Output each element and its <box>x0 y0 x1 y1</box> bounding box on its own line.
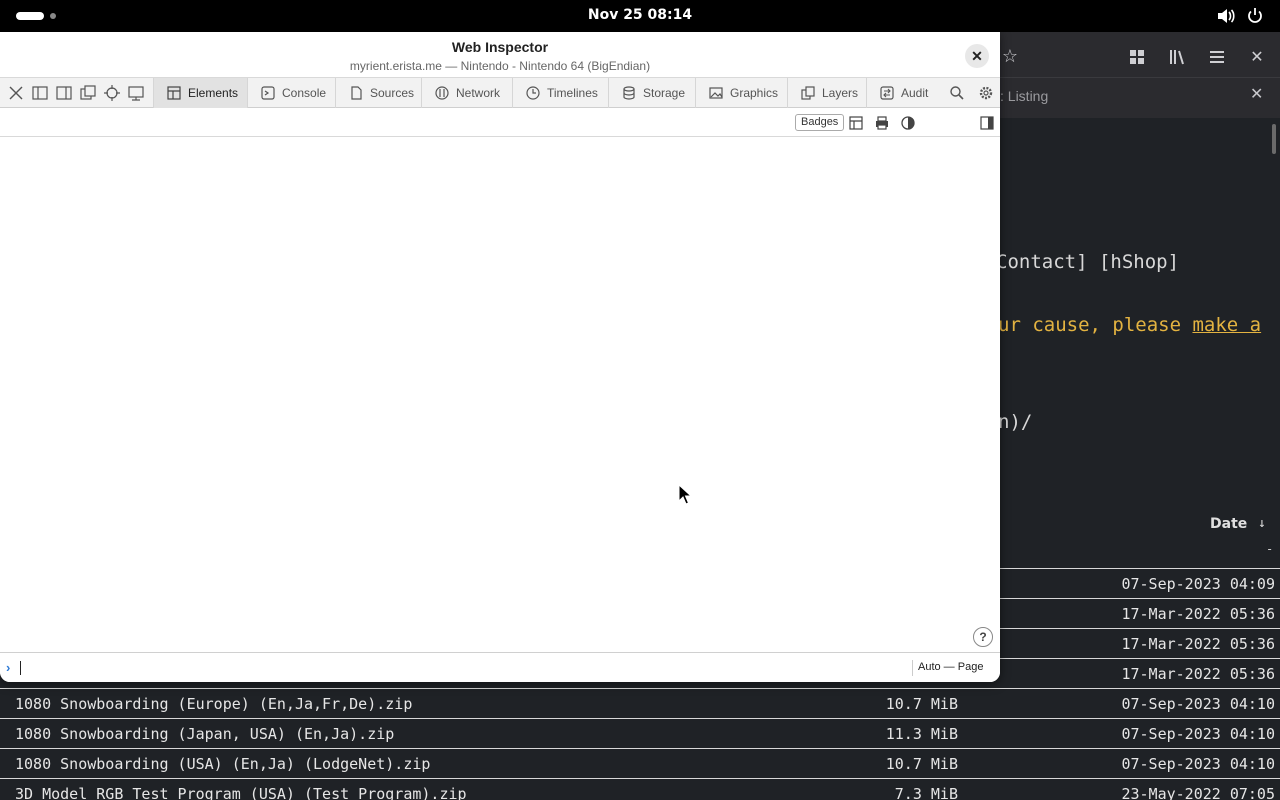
sources-tab-icon <box>351 86 362 100</box>
table-row[interactable]: 1080 Snowboarding (Europe) (En,Ja,Fr,De)… <box>0 688 1280 718</box>
search-icon[interactable] <box>948 84 966 102</box>
tab-label: Audit <box>901 86 929 100</box>
gear-icon[interactable] <box>977 84 995 102</box>
bookmark-star-icon[interactable]: ☆ <box>999 46 1021 68</box>
tab-network[interactable]: Network <box>421 78 512 108</box>
tab-label: Layers <box>822 86 859 100</box>
console-prompt-chevron: › <box>6 660 11 675</box>
elements-toolbar: Badges <box>0 108 1000 137</box>
storage-tab-icon <box>623 86 635 100</box>
inspector-tab-bar: Elements Console Sources Network Timelines St… <box>0 78 1000 108</box>
file-date: 17-Mar-2022 05:36 <box>1121 635 1275 653</box>
device-settings-icon[interactable] <box>127 84 145 102</box>
tab-layers[interactable]: Layers <box>787 78 866 108</box>
file-name-link[interactable]: 1080 Snowboarding (Europe) (En,Ja,Fr,De)… <box>15 695 412 713</box>
web-inspector-window: Web Inspector myrient.erista.me — Ninten… <box>0 32 1000 682</box>
file-date: 17-Mar-2022 05:36 <box>1121 605 1275 623</box>
tab-label: Elements <box>188 86 239 100</box>
inspector-subtitle: myrient.erista.me — Nintendo - Nintendo … <box>349 59 651 73</box>
inspector-title: Web Inspector <box>451 39 549 55</box>
extensions-grid-icon[interactable] <box>1126 46 1148 68</box>
dock-right-icon[interactable] <box>55 84 73 102</box>
layers-tab-icon <box>801 86 815 100</box>
inspector-close-button[interactable]: ✕ <box>965 44 989 68</box>
network-tab-icon <box>435 86 449 100</box>
tab-label: Network <box>456 86 501 100</box>
hamburger-menu-icon[interactable] <box>1206 46 1228 68</box>
browser-tab[interactable]: : Listing ✕ <box>1000 77 1280 117</box>
tab-console[interactable]: Console <box>247 78 335 108</box>
donation-notice: ur cause, please make a <box>998 314 1261 336</box>
inspector-titlebar: Web Inspector myrient.erista.me — Ninten… <box>0 32 1000 78</box>
file-size: 11.3 MiB <box>885 725 958 743</box>
elements-tab-icon <box>167 86 181 100</box>
nav-links-text: Contact] [hShop] <box>996 251 1180 273</box>
file-date: 07-Sep-2023 04:10 <box>1121 725 1275 743</box>
file-name-link[interactable]: 1080 Snowboarding (Japan, USA) (En,Ja).z… <box>15 725 394 743</box>
date-column-header[interactable]: Date <box>1210 516 1247 532</box>
file-date: 17-Mar-2022 05:36 <box>1121 665 1275 683</box>
print-icon[interactable] <box>874 115 890 131</box>
element-picker-icon[interactable] <box>103 84 121 102</box>
tab-label: Sources <box>370 86 415 100</box>
tab-label: Graphics <box>730 86 779 100</box>
file-size: 10.7 MiB <box>885 695 958 713</box>
file-date: 23-May-2022 07:05 <box>1121 785 1275 800</box>
close-inspector-icon[interactable] <box>7 84 25 102</box>
table-row[interactable]: 1080 Snowboarding (Japan, USA) (En,Ja).z… <box>0 718 1280 748</box>
table-row[interactable]: 1080 Snowboarding (USA) (En,Ja) (LodgeNe… <box>0 748 1280 778</box>
dock-left-icon[interactable] <box>31 84 49 102</box>
tab-timelines[interactable]: Timelines <box>512 78 608 108</box>
help-button[interactable]: ? <box>973 627 993 647</box>
mouse-cursor-icon <box>678 484 692 505</box>
tab-label: Storage <box>643 86 686 100</box>
clock[interactable]: Nov 25 08:14 <box>0 7 1280 23</box>
file-size: 10.7 MiB <box>885 755 958 773</box>
donation-link[interactable]: make a <box>1192 314 1261 336</box>
file-name-link[interactable]: 3D Model RGB Test Program (USA) (Test Pr… <box>15 785 467 800</box>
system-top-bar: Nov 25 08:14 <box>0 0 1280 32</box>
file-date: 07-Sep-2023 04:10 <box>1121 755 1275 773</box>
badges-button[interactable]: Badges <box>795 114 845 131</box>
console-tab-icon <box>261 86 275 100</box>
parent-date-dash: - <box>1266 542 1274 556</box>
toggle-sidebar-icon[interactable] <box>979 115 995 131</box>
appearance-icon[interactable] <box>900 115 916 131</box>
tab-graphics[interactable]: Graphics <box>695 78 787 108</box>
tab-storage[interactable]: Storage <box>608 78 695 108</box>
detach-window-icon[interactable] <box>79 84 97 102</box>
console-divider <box>912 660 913 676</box>
tab-close-icon[interactable]: ✕ <box>1250 84 1263 103</box>
file-date: 07-Sep-2023 04:09 <box>1121 575 1275 593</box>
audit-tab-icon <box>880 86 894 100</box>
layout-grid-icon[interactable] <box>848 115 864 131</box>
dom-tree-panel[interactable] <box>0 137 1000 652</box>
execution-context-selector[interactable]: Auto — Page <box>918 661 983 673</box>
volume-icon[interactable] <box>1216 7 1236 25</box>
tab-audit[interactable]: Audit <box>866 78 942 108</box>
file-name-link[interactable]: 1080 Snowboarding (USA) (En,Ja) (LodgeNe… <box>15 755 430 773</box>
page-scrollbar[interactable] <box>1272 124 1276 154</box>
console-prompt-bar: › Auto — Page <box>0 652 1000 682</box>
library-icon[interactable] <box>1166 46 1188 68</box>
graphics-tab-icon <box>709 87 723 99</box>
tab-title: : Listing <box>1000 88 1049 104</box>
power-icon[interactable] <box>1245 7 1265 25</box>
console-input[interactable] <box>20 661 21 675</box>
file-size: 7.3 MiB <box>894 785 958 800</box>
path-heading: n)/ <box>998 411 1033 433</box>
tab-label: Timelines <box>547 86 598 100</box>
window-close-icon[interactable]: ✕ <box>1246 46 1268 68</box>
donation-text: ur cause, please <box>998 314 1193 336</box>
file-date: 07-Sep-2023 04:10 <box>1121 695 1275 713</box>
sort-arrow-icon[interactable]: ↓ <box>1258 516 1266 531</box>
timelines-tab-icon <box>526 86 540 100</box>
tab-sources[interactable]: Sources <box>335 78 421 108</box>
tab-label: Console <box>282 86 327 100</box>
table-row[interactable]: 3D Model RGB Test Program (USA) (Test Pr… <box>0 778 1280 800</box>
tab-elements[interactable]: Elements <box>153 78 247 108</box>
